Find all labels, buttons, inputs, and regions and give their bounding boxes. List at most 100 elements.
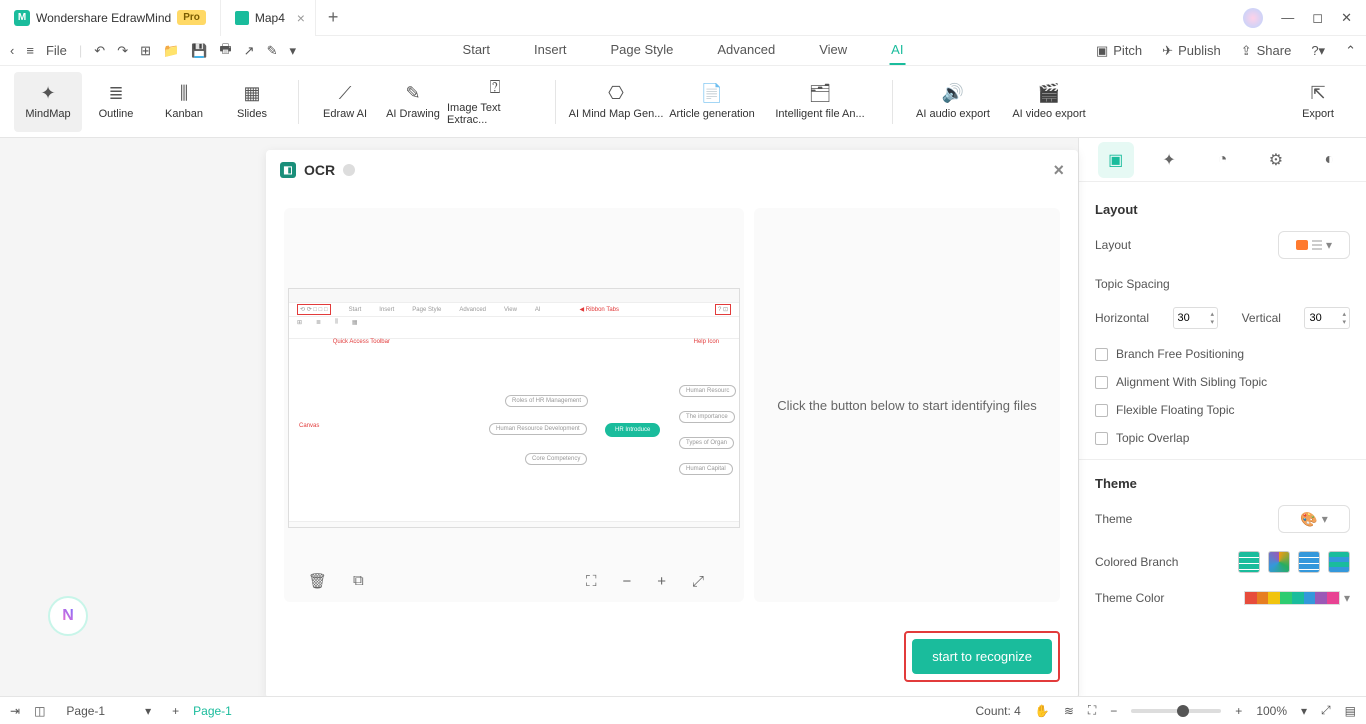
gen-icon: ⎔ — [608, 83, 624, 104]
tab-start[interactable]: Start — [461, 36, 492, 65]
delete-icon[interactable]: 🗑 — [308, 572, 327, 590]
alignment-checkbox[interactable]: Alignment With Sibling Topic — [1095, 375, 1350, 389]
collapse-ribbon-icon[interactable]: ⌃ — [1345, 43, 1356, 59]
zoom-out-status-icon[interactable]: − — [1110, 704, 1117, 718]
view-outline[interactable]: ≣Outline — [82, 72, 150, 132]
back-icon[interactable]: ‹ — [10, 43, 14, 58]
ocr-icon: ⍰ — [490, 77, 501, 98]
ai-video-export-button[interactable]: 🎬AI video export — [1001, 72, 1097, 132]
close-window-icon[interactable]: ✕ — [1341, 10, 1352, 26]
sp-tab-layout[interactable]: ▣ — [1098, 142, 1134, 178]
export-button[interactable]: ⇱Export — [1284, 72, 1352, 132]
zoom-in-status-icon[interactable]: + — [1235, 704, 1242, 718]
new-icon[interactable]: ⊞ — [140, 43, 151, 59]
copy-icon[interactable]: ⧉ — [353, 572, 364, 590]
layers-icon[interactable]: ≋ — [1064, 704, 1074, 718]
fit-icon[interactable]: ⛶ — [586, 573, 597, 590]
tab-ai[interactable]: AI — [889, 36, 905, 65]
ai-mindmap-gen-button[interactable]: ⎔AI Mind Map Gen... — [568, 72, 664, 132]
current-page[interactable]: Page-1 — [193, 704, 232, 718]
tab-advanced[interactable]: Advanced — [715, 36, 777, 65]
sp-tab-history[interactable]: ◐ — [1311, 142, 1347, 178]
layout-selector[interactable]: ▾ — [1278, 231, 1350, 259]
page-dropdown[interactable]: Page-1▾ — [59, 701, 158, 721]
vertical-label: Vertical — [1242, 311, 1281, 325]
branch-free-checkbox[interactable]: Branch Free Positioning — [1095, 347, 1350, 361]
app-name: Wondershare EdrawMind — [36, 11, 171, 25]
intelligent-file-button[interactable]: 🗂Intelligent file An... — [760, 72, 880, 132]
view-slides[interactable]: ▦Slides — [218, 72, 286, 132]
share-button[interactable]: ⇪Share — [1241, 43, 1292, 59]
edraw-ai-button[interactable]: ⟋Edraw AI — [311, 72, 379, 132]
fullscreen-icon[interactable]: ⤢ — [692, 573, 704, 590]
fit-page-icon[interactable]: ⛶ — [1088, 703, 1096, 718]
file-menu[interactable]: File — [46, 43, 67, 58]
sp-tab-settings[interactable]: ⚙ — [1258, 142, 1294, 178]
topic-overlap-checkbox[interactable]: Topic Overlap — [1095, 431, 1350, 445]
flexible-floating-checkbox[interactable]: Flexible Floating Topic — [1095, 403, 1350, 417]
article-gen-button[interactable]: 📄Article generation — [664, 72, 760, 132]
sp-tab-style[interactable]: ✦ — [1151, 142, 1187, 178]
theme-label: Theme — [1095, 512, 1132, 526]
close-tab-icon[interactable]: × — [297, 10, 305, 26]
zoom-out-icon[interactable]: − — [622, 573, 631, 590]
menu-icon[interactable]: ≡ — [26, 43, 34, 58]
new-tab-button[interactable]: + — [316, 7, 351, 28]
count-label: Count: 4 — [975, 704, 1020, 718]
sp-tab-tag[interactable]: ◔ — [1204, 142, 1240, 178]
horizontal-input[interactable]: ▴▾ — [1173, 307, 1219, 329]
pitch-button[interactable]: ▣Pitch — [1096, 43, 1142, 59]
doc-tab[interactable]: Map4 × — [221, 0, 316, 36]
edit-icon[interactable]: ✎ — [267, 43, 278, 59]
minimize-icon[interactable]: — — [1281, 10, 1294, 25]
more-icon[interactable]: ▾ — [289, 43, 296, 59]
vertical-input[interactable]: ▴▾ — [1304, 307, 1350, 329]
tab-insert[interactable]: Insert — [532, 36, 569, 65]
audio-icon: 🔊 — [942, 83, 964, 104]
ai-drawing-button[interactable]: ✎AI Drawing — [379, 72, 447, 132]
help-icon[interactable]: ?▾ — [1311, 43, 1325, 59]
open-icon[interactable]: 📁 — [163, 43, 179, 59]
side-panel: ▣ ✦ ◔ ⚙ ◐ Layout Layout ▾ Topic Spacing … — [1078, 138, 1366, 696]
mindmap-icon: ✦ — [40, 83, 55, 104]
topic-spacing-heading: Topic Spacing — [1095, 277, 1350, 291]
ocr-close-icon[interactable]: × — [1053, 160, 1064, 181]
start-recognize-button[interactable]: start to recognize — [912, 639, 1052, 674]
ai-audio-export-button[interactable]: 🔊AI audio export — [905, 72, 1001, 132]
hand-tool-icon[interactable]: ✋ — [1035, 704, 1050, 718]
print-icon[interactable]: 🖶 — [219, 40, 231, 62]
maximize-icon[interactable]: ◻ — [1312, 10, 1323, 26]
image-text-extract-button[interactable]: ⍰Image Text Extrac... — [447, 72, 543, 132]
tab-view[interactable]: View — [817, 36, 849, 65]
tab-pagestyle[interactable]: Page Style — [609, 36, 676, 65]
ocr-status-dot — [343, 164, 355, 176]
panel-toggle-icon[interactable]: ◫ — [34, 704, 45, 718]
add-page-icon[interactable]: + — [172, 704, 179, 718]
pro-badge: Pro — [177, 10, 206, 25]
undo-icon[interactable]: ↶ — [94, 43, 105, 59]
ocr-panel: ◧ OCR × ⟲ ⟳ □ □ □ StartInsert Page Style… — [266, 150, 1078, 698]
view-kanban[interactable]: ⫼Kanban — [150, 72, 218, 132]
export-icon[interactable]: ↗ — [244, 43, 255, 59]
ai-fab-button[interactable]: N — [48, 596, 88, 636]
doc-tab-label: Map4 — [255, 11, 285, 25]
redo-icon[interactable]: ↷ — [117, 43, 128, 59]
pitch-icon: ▣ — [1096, 43, 1108, 59]
save-icon[interactable]: 💾 — [191, 43, 207, 59]
layout-heading: Layout — [1095, 202, 1350, 217]
kanban-icon: ⫼ — [180, 83, 188, 104]
theme-selector[interactable]: 🎨▾ — [1278, 505, 1350, 533]
colored-branch-label: Colored Branch — [1095, 555, 1178, 569]
outline-toggle-icon[interactable]: ⇥ — [10, 704, 20, 718]
zoom-slider[interactable] — [1131, 709, 1221, 713]
branch-swatches[interactable] — [1238, 551, 1350, 573]
zoom-value[interactable]: 100% — [1256, 704, 1287, 718]
file-ai-icon: 🗂 — [809, 83, 832, 104]
view-mindmap[interactable]: ✦MindMap — [14, 72, 82, 132]
theme-color-selector[interactable]: ▾ — [1244, 591, 1350, 605]
zoom-in-icon[interactable]: + — [657, 573, 666, 590]
sidebar-toggle-icon[interactable]: ▤ — [1345, 704, 1356, 718]
avatar-icon[interactable] — [1243, 8, 1263, 28]
publish-button[interactable]: ✈Publish — [1162, 43, 1221, 59]
fullscreen-status-icon[interactable]: ⤢ — [1321, 703, 1331, 718]
